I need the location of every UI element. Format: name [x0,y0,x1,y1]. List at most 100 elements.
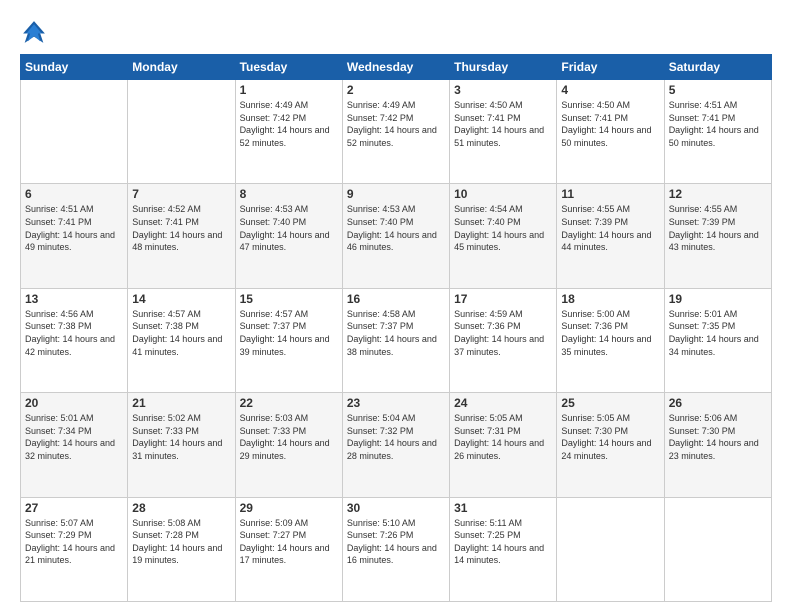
calendar-table: SundayMondayTuesdayWednesdayThursdayFrid… [20,54,772,602]
calendar-cell: 31 Sunrise: 5:11 AMSunset: 7:25 PMDayligh… [450,497,557,601]
day-info: Sunrise: 4:50 AMSunset: 7:41 PMDaylight:… [454,99,552,149]
day-info: Sunrise: 5:05 AMSunset: 7:30 PMDaylight:… [561,412,659,462]
day-number: 1 [240,83,338,97]
day-number: 23 [347,396,445,410]
day-number: 15 [240,292,338,306]
day-number: 18 [561,292,659,306]
logo [20,18,52,46]
weekday-header: Wednesday [342,55,449,80]
weekday-header: Tuesday [235,55,342,80]
day-number: 4 [561,83,659,97]
calendar-cell: 21Sunrise: 5:02 AMSunset: 7:33 PMDayligh… [128,393,235,497]
calendar-cell: 10 Sunrise: 4:54 AMSunset: 7:40 PMDayligh… [450,184,557,288]
day-number: 29 [240,501,338,515]
calendar-cell [557,497,664,601]
calendar-cell: 3 Sunrise: 4:50 AMSunset: 7:41 PMDaylight… [450,80,557,184]
day-number: 11 [561,187,659,201]
day-number: 24 [454,396,552,410]
weekday-header: Saturday [664,55,771,80]
day-info: Sunrise: 5:04 AMSunset: 7:32 PMDaylight:… [347,412,445,462]
calendar-cell: 17Sunrise: 4:59 AMSunset: 7:36 PMDayligh… [450,288,557,392]
day-info: Sunrise: 5:05 AMSunset: 7:31 PMDaylight:… [454,412,552,462]
day-info: Sunrise: 4:53 AMSunset: 7:40 PMDaylight:… [240,203,338,253]
calendar-cell [128,80,235,184]
weekday-header: Sunday [21,55,128,80]
day-info: Sunrise: 4:51 AMSunset: 7:41 PMDaylight:… [25,203,123,253]
calendar-cell: 26 Sunrise: 5:06 AMSunset: 7:30 PMDayligh… [664,393,771,497]
calendar-cell: 6 Sunrise: 4:51 AMSunset: 7:41 PMDaylight… [21,184,128,288]
calendar-week-row: 27 Sunrise: 5:07 AMSunset: 7:29 PMDayligh… [21,497,772,601]
calendar-cell: 14Sunrise: 4:57 AMSunset: 7:38 PMDayligh… [128,288,235,392]
day-number: 30 [347,501,445,515]
calendar-cell: 29 Sunrise: 5:09 AMSunset: 7:27 PMDayligh… [235,497,342,601]
day-info: Sunrise: 4:54 AMSunset: 7:40 PMDaylight:… [454,203,552,253]
calendar-cell: 28 Sunrise: 5:08 AMSunset: 7:28 PMDayligh… [128,497,235,601]
day-number: 21 [132,396,230,410]
calendar-cell: 30Sunrise: 5:10 AMSunset: 7:26 PMDayligh… [342,497,449,601]
day-number: 13 [25,292,123,306]
day-info: Sunrise: 4:49 AMSunset: 7:42 PMDaylight:… [240,99,338,149]
day-info: Sunrise: 5:06 AMSunset: 7:30 PMDaylight:… [669,412,767,462]
day-info: Sunrise: 4:57 AMSunset: 7:37 PMDaylight:… [240,308,338,358]
day-number: 8 [240,187,338,201]
day-number: 19 [669,292,767,306]
calendar-week-row: 6 Sunrise: 4:51 AMSunset: 7:41 PMDaylight… [21,184,772,288]
day-number: 5 [669,83,767,97]
calendar-cell: 23 Sunrise: 5:04 AMSunset: 7:32 PMDayligh… [342,393,449,497]
day-number: 6 [25,187,123,201]
day-info: Sunrise: 5:03 AMSunset: 7:33 PMDaylight:… [240,412,338,462]
day-info: Sunrise: 5:11 AMSunset: 7:25 PMDaylight:… [454,517,552,567]
day-info: Sunrise: 4:52 AMSunset: 7:41 PMDaylight:… [132,203,230,253]
day-number: 7 [132,187,230,201]
day-info: Sunrise: 5:07 AMSunset: 7:29 PMDaylight:… [25,517,123,567]
calendar-cell: 15 Sunrise: 4:57 AMSunset: 7:37 PMDayligh… [235,288,342,392]
day-number: 28 [132,501,230,515]
calendar-cell: 11Sunrise: 4:55 AMSunset: 7:39 PMDayligh… [557,184,664,288]
header [20,18,772,46]
day-info: Sunrise: 4:51 AMSunset: 7:41 PMDaylight:… [669,99,767,149]
day-info: Sunrise: 5:00 AMSunset: 7:36 PMDaylight:… [561,308,659,358]
weekday-header: Monday [128,55,235,80]
calendar-cell: 27 Sunrise: 5:07 AMSunset: 7:29 PMDayligh… [21,497,128,601]
day-info: Sunrise: 4:53 AMSunset: 7:40 PMDaylight:… [347,203,445,253]
calendar-cell: 1 Sunrise: 4:49 AMSunset: 7:42 PMDaylight… [235,80,342,184]
day-info: Sunrise: 5:09 AMSunset: 7:27 PMDaylight:… [240,517,338,567]
calendar-cell: 7 Sunrise: 4:52 AMSunset: 7:41 PMDaylight… [128,184,235,288]
calendar-cell: 9 Sunrise: 4:53 AMSunset: 7:40 PMDaylight… [342,184,449,288]
calendar-cell: 12Sunrise: 4:55 AMSunset: 7:39 PMDayligh… [664,184,771,288]
day-number: 22 [240,396,338,410]
day-info: Sunrise: 4:49 AMSunset: 7:42 PMDaylight:… [347,99,445,149]
weekday-header: Friday [557,55,664,80]
day-number: 31 [454,501,552,515]
calendar-cell: 20 Sunrise: 5:01 AMSunset: 7:34 PMDayligh… [21,393,128,497]
day-info: Sunrise: 5:08 AMSunset: 7:28 PMDaylight:… [132,517,230,567]
weekday-header: Thursday [450,55,557,80]
day-number: 2 [347,83,445,97]
calendar-cell: 22 Sunrise: 5:03 AMSunset: 7:33 PMDayligh… [235,393,342,497]
calendar-cell: 19 Sunrise: 5:01 AMSunset: 7:35 PMDayligh… [664,288,771,392]
day-number: 3 [454,83,552,97]
day-info: Sunrise: 4:50 AMSunset: 7:41 PMDaylight:… [561,99,659,149]
calendar-cell: 24 Sunrise: 5:05 AMSunset: 7:31 PMDayligh… [450,393,557,497]
day-number: 26 [669,396,767,410]
calendar-cell: 25Sunrise: 5:05 AMSunset: 7:30 PMDayligh… [557,393,664,497]
calendar-cell: 2 Sunrise: 4:49 AMSunset: 7:42 PMDaylight… [342,80,449,184]
calendar-week-row: 20 Sunrise: 5:01 AMSunset: 7:34 PMDayligh… [21,393,772,497]
calendar-cell: 13 Sunrise: 4:56 AMSunset: 7:38 PMDayligh… [21,288,128,392]
calendar-week-row: 13 Sunrise: 4:56 AMSunset: 7:38 PMDayligh… [21,288,772,392]
day-info: Sunrise: 5:01 AMSunset: 7:34 PMDaylight:… [25,412,123,462]
calendar-week-row: 1 Sunrise: 4:49 AMSunset: 7:42 PMDaylight… [21,80,772,184]
day-info: Sunrise: 4:56 AMSunset: 7:38 PMDaylight:… [25,308,123,358]
day-number: 10 [454,187,552,201]
calendar-cell: 4 Sunrise: 4:50 AMSunset: 7:41 PMDaylight… [557,80,664,184]
logo-icon [20,18,48,46]
day-info: Sunrise: 5:01 AMSunset: 7:35 PMDaylight:… [669,308,767,358]
day-number: 27 [25,501,123,515]
day-number: 20 [25,396,123,410]
day-number: 16 [347,292,445,306]
calendar-page: SundayMondayTuesdayWednesdayThursdayFrid… [0,0,792,612]
calendar-cell: 8 Sunrise: 4:53 AMSunset: 7:40 PMDaylight… [235,184,342,288]
day-number: 9 [347,187,445,201]
calendar-cell [21,80,128,184]
day-info: Sunrise: 4:58 AMSunset: 7:37 PMDaylight:… [347,308,445,358]
